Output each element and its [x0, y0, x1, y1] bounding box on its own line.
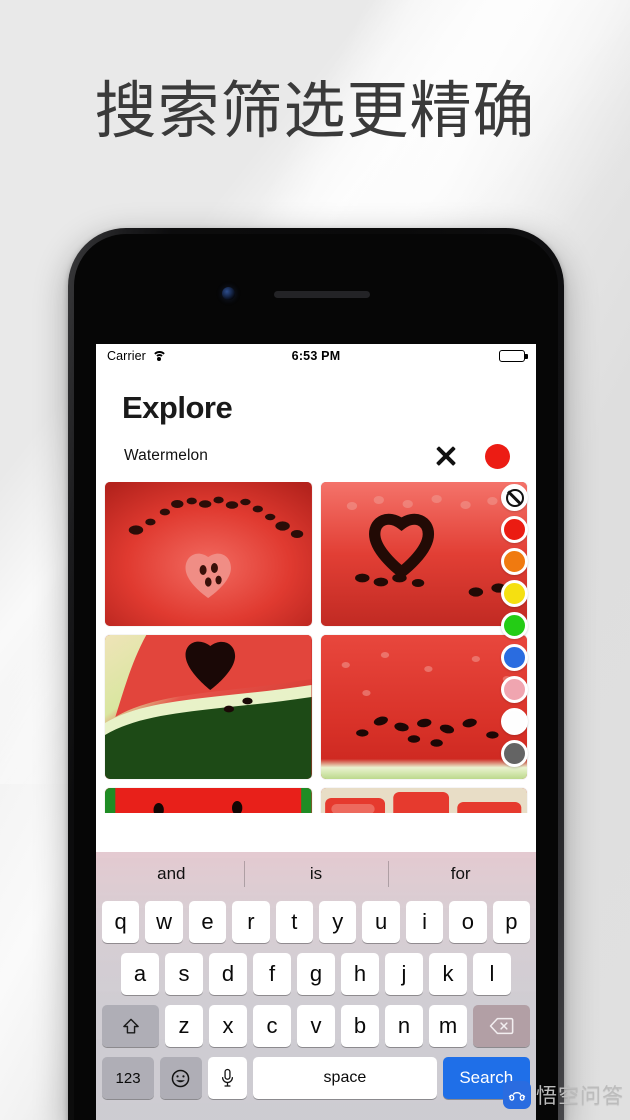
color-swatch-pink[interactable] [501, 676, 528, 703]
key-f[interactable]: f [253, 953, 291, 995]
result-photo[interactable] [105, 482, 312, 626]
results-grid [96, 482, 536, 813]
color-filter-rail[interactable] [501, 484, 528, 767]
watermark: 悟空问答 [503, 1080, 624, 1110]
color-swatch-none[interactable] [501, 484, 528, 511]
color-swatch-blue[interactable] [501, 644, 528, 671]
search-input[interactable]: Watermelon [124, 447, 208, 465]
shift-icon [122, 1018, 139, 1034]
key-y[interactable]: y [319, 901, 357, 943]
key-k[interactable]: k [429, 953, 467, 995]
key-c[interactable]: c [253, 1005, 291, 1047]
prediction-0[interactable]: and [99, 852, 244, 896]
color-swatch-orange[interactable] [501, 548, 528, 575]
result-photo[interactable] [105, 635, 312, 779]
backspace-key[interactable] [473, 1005, 530, 1047]
result-photo[interactable] [320, 635, 527, 779]
key-g[interactable]: g [297, 953, 335, 995]
space-key[interactable]: space [253, 1057, 437, 1099]
color-swatch-gray[interactable] [501, 740, 528, 767]
keyboard-row-1: q w e r t y u i o p [99, 896, 533, 948]
color-filter-icon[interactable] [485, 443, 510, 469]
numbers-key[interactable]: 123 [102, 1057, 155, 1099]
phone-device-frame: Carrier 6:53 PM Explore Watermelon and i… [68, 228, 564, 1120]
phone-screen: Carrier 6:53 PM Explore Watermelon and i… [96, 344, 536, 1120]
clock-label: 6:53 PM [291, 349, 341, 363]
prediction-1[interactable]: is [243, 852, 389, 896]
wukong-logo-icon [503, 1081, 531, 1109]
key-j[interactable]: j [385, 953, 423, 995]
key-t[interactable]: t [275, 901, 313, 943]
watermark-label: 悟空问答 [536, 1084, 624, 1108]
color-swatch-red[interactable] [501, 516, 528, 543]
front-camera-icon [222, 287, 235, 300]
search-bar[interactable]: Watermelon [96, 430, 536, 482]
key-m[interactable]: m [429, 1005, 467, 1047]
close-x-icon[interactable] [431, 441, 461, 471]
color-swatch-yellow[interactable] [501, 580, 528, 607]
key-u[interactable]: u [362, 901, 400, 943]
key-h[interactable]: h [341, 953, 379, 995]
phone-bezel: Carrier 6:53 PM Explore Watermelon and i… [74, 234, 558, 1120]
key-a[interactable]: a [121, 953, 159, 995]
poster-headline: 搜索筛选更精确 [94, 74, 536, 147]
key-b[interactable]: b [341, 1005, 379, 1047]
key-r[interactable]: r [232, 901, 270, 943]
color-swatch-green[interactable] [501, 612, 528, 639]
key-d[interactable]: d [209, 953, 247, 995]
key-o[interactable]: o [449, 901, 487, 943]
key-q[interactable]: q [101, 901, 140, 943]
emoji-smiley-icon [172, 1069, 190, 1087]
result-photo[interactable] [320, 482, 527, 626]
keyboard-row-4: 123 space Search [99, 1052, 533, 1104]
keyboard-row-3: z x c v b n m [99, 1000, 533, 1052]
key-i[interactable]: i [405, 901, 444, 943]
result-photo[interactable] [105, 788, 312, 813]
earpiece-speaker-icon [274, 291, 370, 298]
key-x[interactable]: x [209, 1005, 247, 1047]
results-grid-inner [96, 482, 536, 813]
key-p[interactable]: p [492, 901, 531, 943]
keyboard-row-2: a s d f g h j k l [99, 948, 533, 1000]
prediction-2[interactable]: for [388, 852, 533, 896]
key-e[interactable]: e [188, 901, 227, 943]
dictation-key[interactable] [207, 1057, 248, 1099]
status-bar-right [499, 350, 528, 362]
shift-key[interactable] [102, 1005, 159, 1047]
backspace-icon [489, 1017, 514, 1035]
color-swatch-white[interactable] [501, 708, 528, 735]
key-s[interactable]: s [165, 953, 203, 995]
predictive-text-bar: and is for [99, 852, 533, 896]
result-photo[interactable] [320, 788, 527, 813]
emoji-key[interactable] [160, 1057, 202, 1099]
microphone-icon [221, 1068, 234, 1087]
battery-full-icon [499, 350, 528, 362]
key-w[interactable]: w [145, 901, 183, 943]
key-z[interactable]: z [165, 1005, 203, 1047]
status-bar: Carrier 6:53 PM [96, 344, 536, 368]
wukong-glyph-icon [508, 1092, 526, 1101]
key-l[interactable]: l [473, 953, 511, 995]
poster-stage: 搜索筛选更精确 Carrier 6:53 PM Explore Watermel… [0, 0, 630, 1120]
key-v[interactable]: v [297, 1005, 335, 1047]
onscreen-keyboard: and is for q w e r t y u i o p a s d f g… [96, 852, 536, 1120]
page-title: Explore [122, 390, 233, 425]
key-n[interactable]: n [385, 1005, 423, 1047]
